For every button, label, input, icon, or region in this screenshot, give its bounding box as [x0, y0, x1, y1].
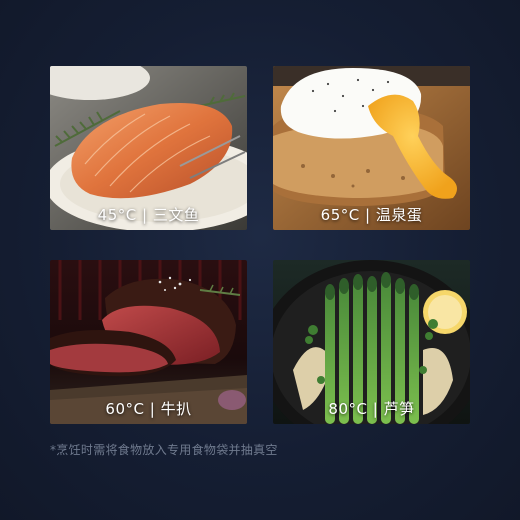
food-card-steak: 60°C | 牛扒	[50, 260, 247, 424]
caption-steak: 60°C | 牛扒	[105, 400, 192, 418]
footnote: *烹饪时需将食物放入专用食物袋并抽真空	[50, 443, 278, 457]
caption-salmon: 45°C | 三文鱼	[97, 206, 200, 224]
caption-egg: 65°C | 温泉蛋	[320, 206, 423, 224]
food-card-asparagus: 80°C | 芦笋	[273, 260, 470, 424]
food-card-salmon: 45°C | 三文鱼	[50, 66, 247, 230]
food-card-egg: 65°C | 温泉蛋	[273, 66, 470, 230]
caption-asparagus: 80°C | 芦笋	[328, 400, 415, 418]
